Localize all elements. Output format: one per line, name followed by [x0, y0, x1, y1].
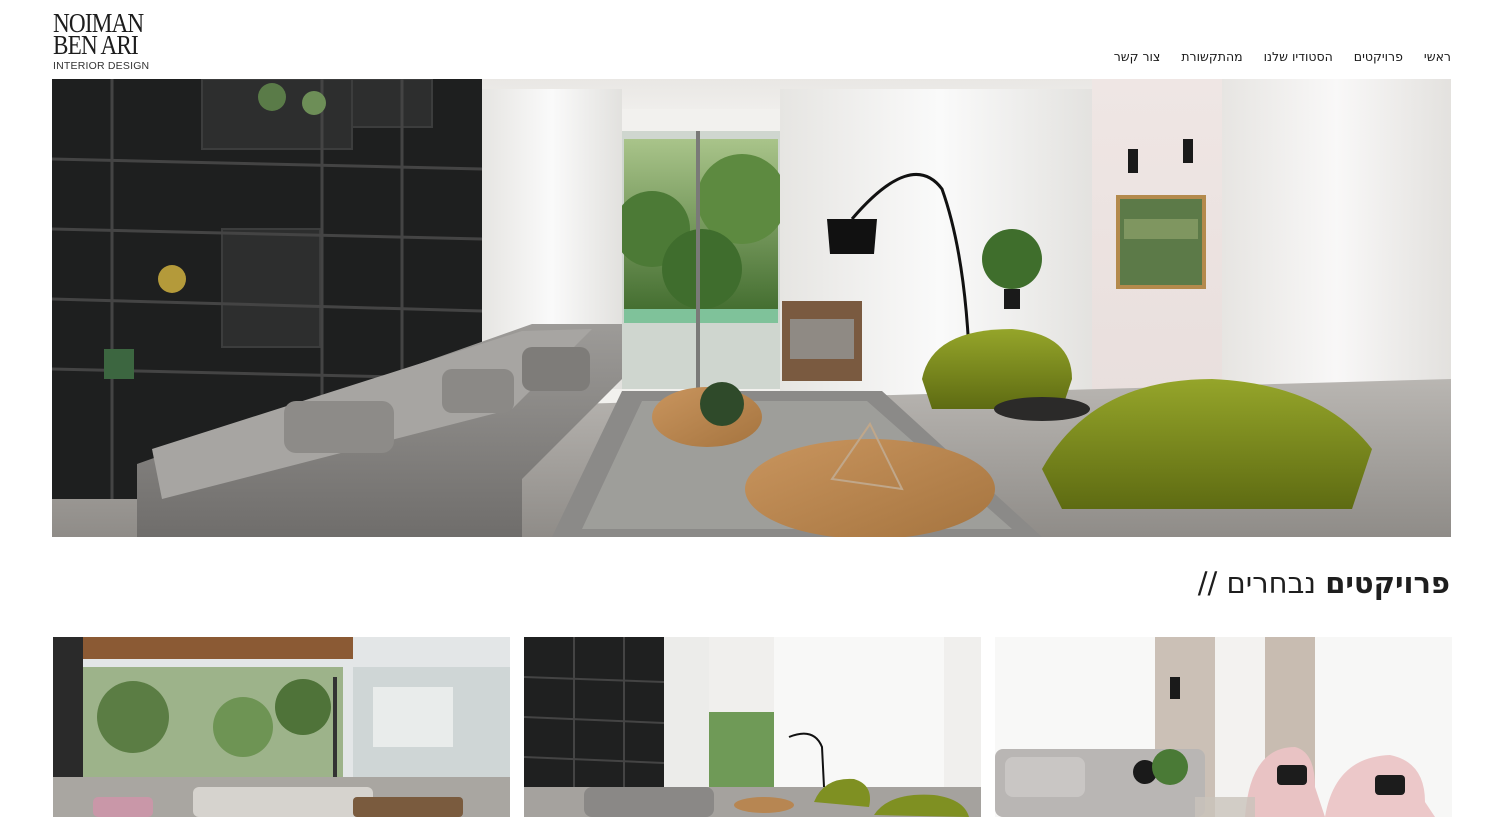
project-card-1[interactable] — [53, 637, 510, 817]
nav-item-studio[interactable]: הסטודיו שלנו — [1264, 49, 1333, 64]
main-nav: ראשי פרויקטים הסטודיו שלנו מהתקשורת צור … — [1114, 49, 1451, 64]
featured-title-light: נבחרים // — [1197, 566, 1316, 600]
site-logo[interactable]: NOIMAN BEN ARI INTERIOR DESIGN — [53, 10, 173, 73]
featured-title-bold: פרויקטים — [1325, 566, 1450, 600]
nav-item-projects[interactable]: פרויקטים — [1354, 49, 1403, 64]
nav-item-press[interactable]: מהתקשורת — [1181, 49, 1242, 64]
project-card-2[interactable] — [524, 637, 981, 817]
featured-projects-title: פרויקטים נבחרים // — [1198, 566, 1450, 600]
nav-item-contact[interactable]: צור קשר — [1114, 49, 1161, 64]
hero-image — [52, 79, 1451, 537]
nav-item-home[interactable]: ראשי — [1424, 49, 1451, 64]
project-card-3[interactable] — [995, 637, 1452, 817]
logo-line-2: BEN ARI — [53, 30, 139, 60]
logo-tagline: INTERIOR DESIGN — [53, 60, 150, 72]
